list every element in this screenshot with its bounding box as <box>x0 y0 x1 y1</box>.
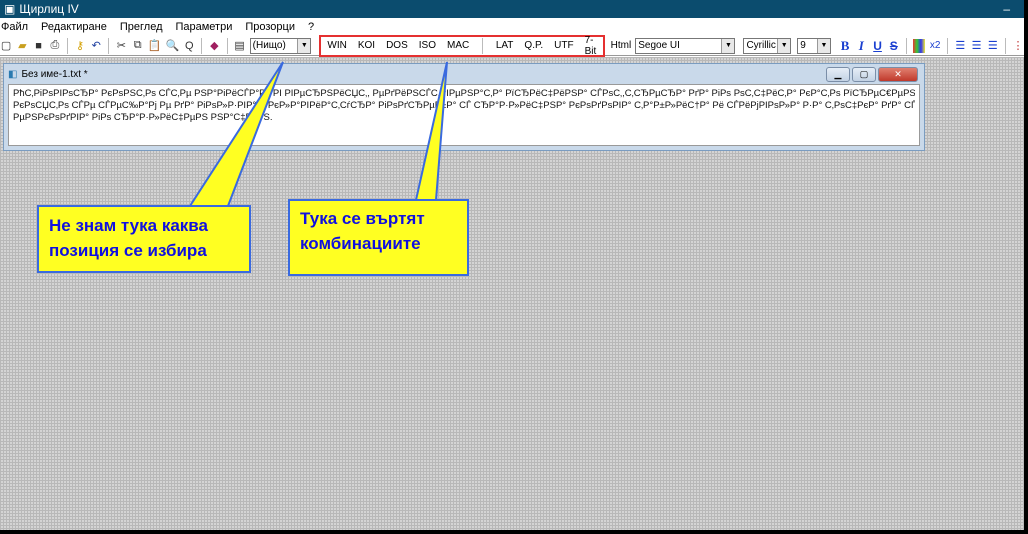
callout-combinations: Тука се въртят комбинациите <box>288 199 469 276</box>
callout-position: Не знам тука каква позиция се избира <box>37 205 251 273</box>
callout-text: Не знам тука каква позиция се избира <box>49 216 208 260</box>
callout-text: Тука се въртят комбинациите <box>300 209 425 253</box>
app-window: ▣ Щирлиц IV – Файл Редактиране Преглед П… <box>0 0 1024 530</box>
callout-tail-1 <box>188 61 284 207</box>
callout-tail-2 <box>414 61 448 201</box>
